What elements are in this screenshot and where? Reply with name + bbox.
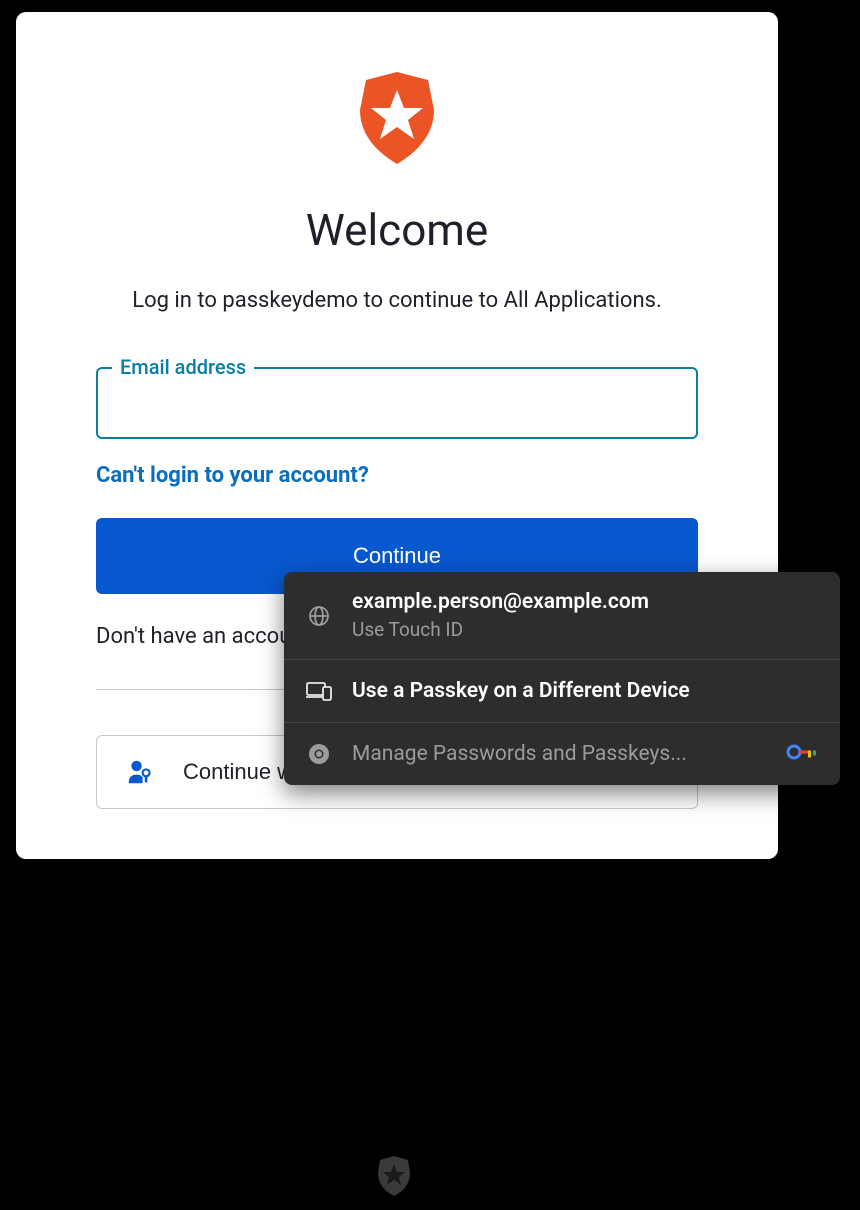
chrome-icon bbox=[306, 741, 332, 767]
popup-item-text: Use a Passkey on a Different Device bbox=[352, 679, 818, 703]
shield-star-icon bbox=[356, 72, 438, 164]
email-label: Email address bbox=[112, 355, 254, 379]
passkey-email: example.person@example.com bbox=[352, 590, 818, 614]
devices-icon bbox=[306, 678, 332, 704]
email-field-wrap: Email address bbox=[96, 367, 698, 439]
passkey-other-device-item[interactable]: Use a Passkey on a Different Device bbox=[284, 660, 840, 723]
google-key-icon bbox=[786, 743, 818, 765]
passkey-suggestion-item[interactable]: example.person@example.com Use Touch ID bbox=[284, 572, 840, 660]
footer-shield-icon bbox=[376, 1156, 412, 1200]
cant-login-link[interactable]: Can't login to your account? bbox=[96, 463, 369, 488]
globe-icon bbox=[306, 603, 332, 629]
page-title: Welcome bbox=[96, 204, 698, 256]
popup-item-text: Manage Passwords and Passkeys... bbox=[352, 742, 766, 766]
auth0-logo bbox=[96, 72, 698, 164]
manage-passwords-label: Manage Passwords and Passkeys... bbox=[352, 742, 766, 766]
passkey-autofill-popup: example.person@example.com Use Touch ID … bbox=[284, 572, 840, 785]
popup-item-text: example.person@example.com Use Touch ID bbox=[352, 590, 818, 641]
manage-passwords-item[interactable]: Manage Passwords and Passkeys... bbox=[284, 723, 840, 785]
other-device-label: Use a Passkey on a Different Device bbox=[352, 679, 818, 703]
passkey-person-icon bbox=[127, 759, 153, 785]
passkey-method: Use Touch ID bbox=[352, 618, 818, 641]
page-subtitle: Log in to passkeydemo to continue to All… bbox=[96, 284, 698, 317]
